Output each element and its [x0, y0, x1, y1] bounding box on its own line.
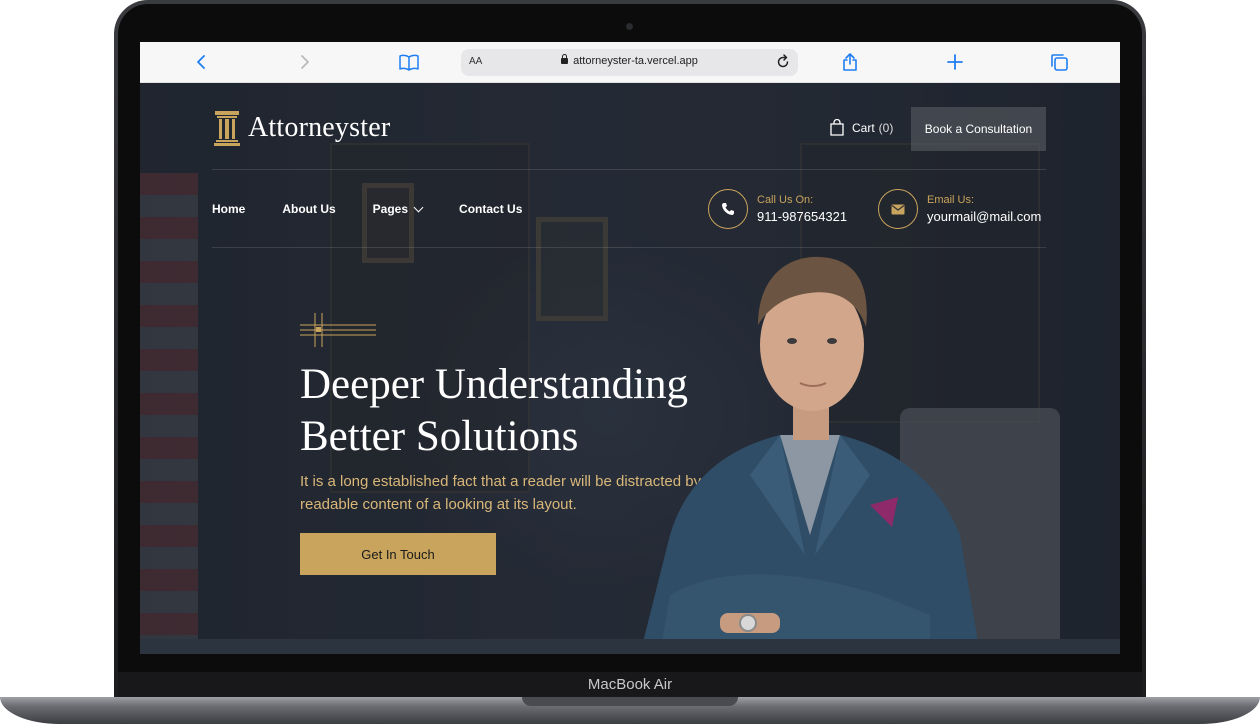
call-label: Call Us On: [757, 194, 814, 206]
address-bar[interactable]: AA attorneyster-ta.vercel.app [461, 49, 798, 76]
decorative-lines-icon [300, 313, 376, 347]
envelope-icon [878, 189, 918, 229]
cart-link[interactable]: Cart (0) [829, 119, 893, 136]
pillar-logo-icon [214, 111, 240, 146]
tabs-icon[interactable] [1046, 50, 1072, 74]
nav-item-home[interactable]: Home [212, 202, 245, 216]
back-icon[interactable] [188, 50, 214, 74]
new-tab-icon[interactable] [942, 50, 968, 74]
reload-icon[interactable] [774, 53, 792, 71]
nav-item-contact-us[interactable]: Contact Us [459, 202, 522, 216]
bottom-strip [140, 639, 1120, 654]
camera [626, 23, 633, 30]
book-consultation-button[interactable]: Book a Consultation [911, 107, 1046, 151]
url-text: attorneyster-ta.vercel.app [573, 55, 698, 67]
email-address: yourmail@mail.com [927, 209, 1042, 224]
share-icon[interactable] [837, 50, 863, 74]
phone-number: 911-987654321 [757, 209, 848, 224]
laptop-notch [522, 697, 738, 706]
chevron-down-icon [413, 202, 424, 212]
logo-text: Attorneyster [248, 112, 391, 143]
browser-toolbar: AA attorneyster-ta.vercel.app [140, 42, 1120, 83]
forward-icon[interactable] [292, 50, 318, 74]
phone-icon [708, 189, 748, 229]
cart-label: Cart [852, 120, 875, 135]
header-divider [212, 169, 1046, 170]
email-info[interactable]: Email Us: yourmail@mail.com [878, 189, 1041, 229]
get-in-touch-button[interactable]: Get In Touch [300, 533, 496, 575]
device-label: MacBook Air [587, 676, 673, 693]
lock-icon [561, 54, 569, 64]
nav-item-about-us[interactable]: About Us [282, 202, 335, 216]
email-label: Email Us: [927, 194, 975, 206]
call-info[interactable]: Call Us On: 911-987654321 [708, 189, 847, 229]
main-nav: Home About Us Pages Contact Us [212, 202, 559, 216]
shopping-bag-icon [830, 119, 844, 136]
lawyer-portrait-image [640, 256, 980, 654]
nav-item-pages[interactable]: Pages [373, 202, 424, 216]
screen: AA attorneyster-ta.vercel.app Attorneyst… [140, 42, 1120, 654]
bookmarks-icon[interactable] [396, 50, 422, 74]
website: Attorneyster Cart (0) Book a Consultatio… [140, 83, 1120, 654]
site-logo[interactable]: Attorneyster [212, 109, 390, 147]
cart-count: (0) [878, 120, 894, 135]
